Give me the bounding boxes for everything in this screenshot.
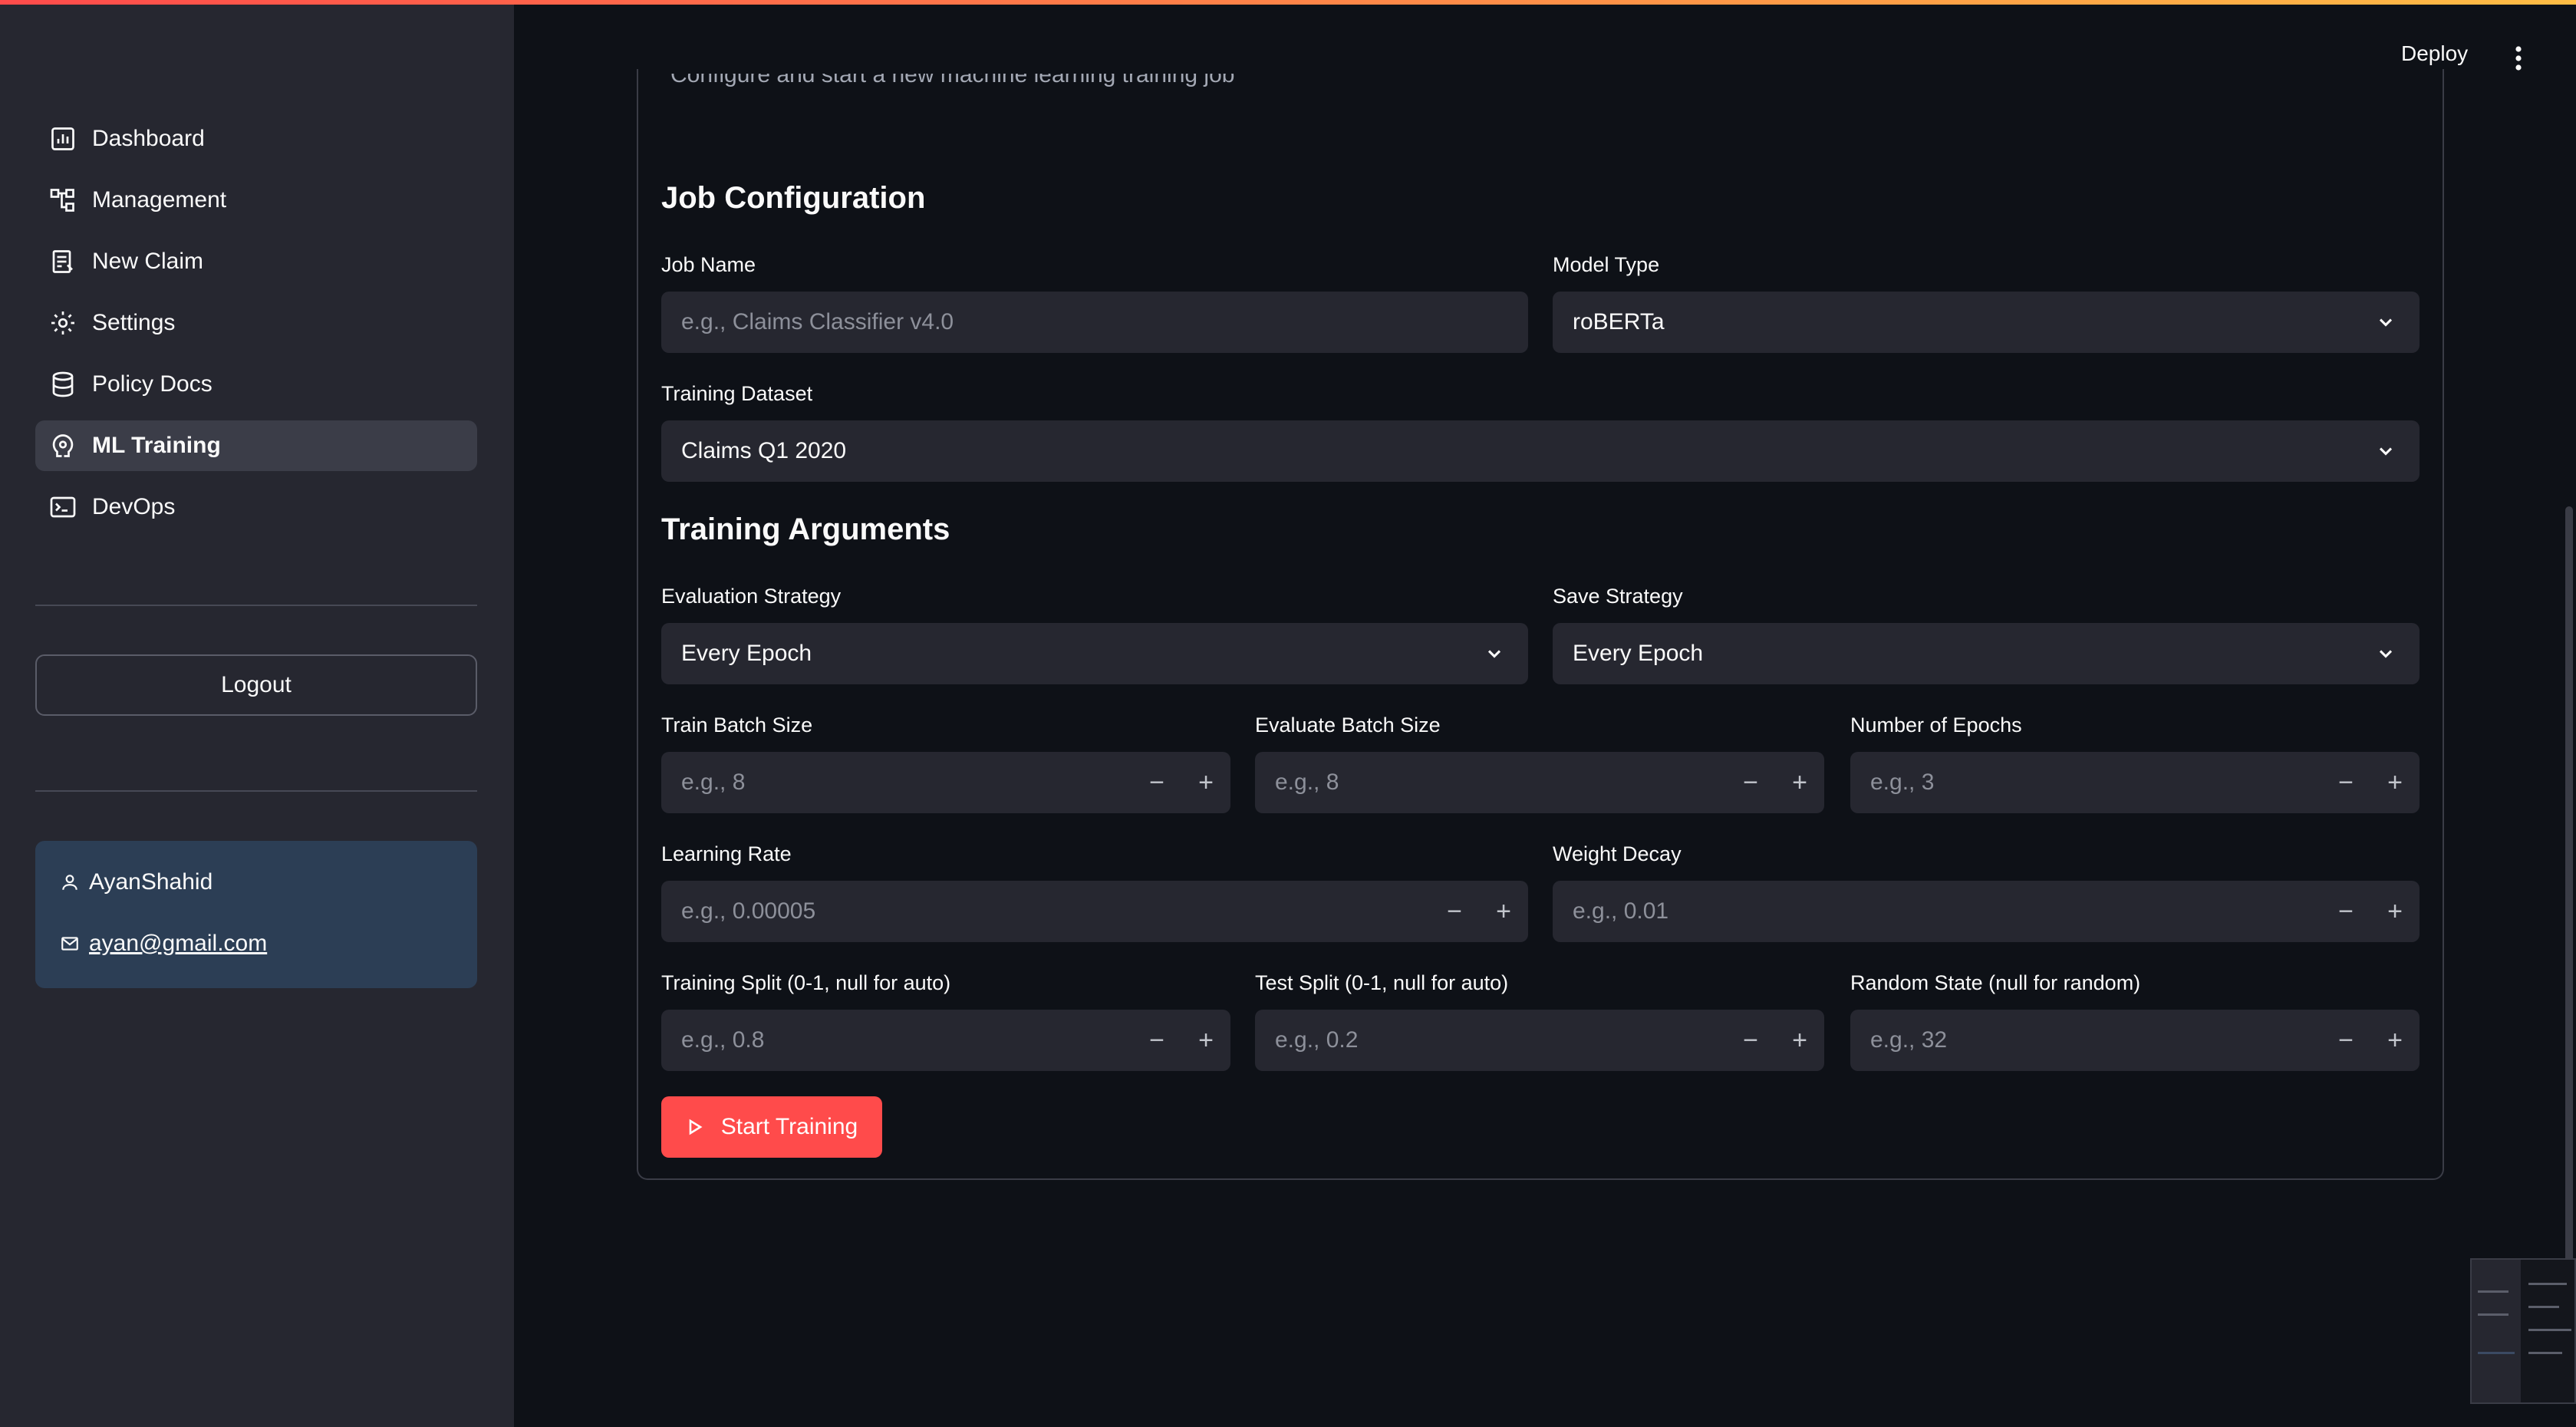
number-stepper: − + bbox=[2321, 881, 2420, 942]
training-dataset-select[interactable]: Claims Q1 2020 bbox=[661, 420, 2420, 482]
sidebar-item-label: ML Training bbox=[92, 433, 221, 458]
save-strategy-select[interactable]: Every Epoch bbox=[1553, 623, 2420, 684]
chevron-down-icon bbox=[2379, 447, 2393, 456]
number-stepper: − + bbox=[1726, 1010, 1824, 1071]
page-subtitle: Configure and start a new machine learni… bbox=[670, 74, 1235, 87]
weight-decay-label: Weight Decay bbox=[1553, 842, 1682, 865]
increment-button[interactable]: + bbox=[1181, 1010, 1230, 1071]
sidebar-item-label: New Claim bbox=[92, 249, 204, 274]
start-training-button[interactable]: Start Training bbox=[661, 1096, 882, 1158]
sidebar-item-settings[interactable]: Settings bbox=[35, 298, 477, 348]
number-stepper: − + bbox=[2321, 1010, 2420, 1071]
chevron-down-icon bbox=[2379, 318, 2393, 327]
increment-button[interactable]: + bbox=[2370, 881, 2420, 942]
decrement-button[interactable]: − bbox=[1726, 752, 1775, 813]
decrement-button[interactable]: − bbox=[2321, 752, 2370, 813]
user-email-row: ayan@gmail.com bbox=[60, 928, 477, 959]
hierarchy-icon bbox=[49, 186, 77, 214]
database-icon bbox=[49, 371, 77, 398]
decrement-button[interactable]: − bbox=[1132, 752, 1181, 813]
sidebar-item-label: DevOps bbox=[92, 494, 176, 519]
decrement-button[interactable]: − bbox=[1132, 1010, 1181, 1071]
sidebar-item-policy-docs[interactable]: Policy Docs bbox=[35, 359, 477, 410]
sidebar-item-devops[interactable]: DevOps bbox=[35, 482, 477, 532]
increment-button[interactable]: + bbox=[1479, 881, 1528, 942]
scrollbar[interactable] bbox=[2565, 506, 2573, 1366]
deploy-button[interactable]: Deploy bbox=[2401, 41, 2468, 66]
random-state-input[interactable]: e.g., 32 − + bbox=[1850, 1010, 2420, 1071]
evaluation-strategy-select[interactable]: Every Epoch bbox=[661, 623, 1528, 684]
chevron-down-icon bbox=[2379, 650, 2393, 658]
play-icon bbox=[689, 1119, 703, 1135]
train-batch-size-label: Train Batch Size bbox=[661, 714, 813, 737]
number-stepper: − + bbox=[1132, 1010, 1230, 1071]
job-configuration-heading: Job Configuration bbox=[661, 181, 926, 215]
sidebar-item-label: Management bbox=[92, 187, 227, 213]
chevron-down-icon bbox=[1487, 650, 1501, 658]
mail-icon bbox=[61, 937, 78, 951]
test-split-input[interactable]: e.g., 0.2 − + bbox=[1255, 1010, 1824, 1071]
num-epochs-input[interactable]: e.g., 3 − + bbox=[1850, 752, 2420, 813]
increment-button[interactable]: + bbox=[1181, 752, 1230, 813]
training-dataset-label: Training Dataset bbox=[661, 382, 813, 405]
learning-rate-label: Learning Rate bbox=[661, 842, 792, 865]
model-training-icon bbox=[49, 432, 77, 460]
save-strategy-label: Save Strategy bbox=[1553, 585, 1683, 608]
job-name-label: Job Name bbox=[661, 253, 756, 276]
gear-icon bbox=[49, 309, 77, 337]
number-stepper: − + bbox=[2321, 752, 2420, 813]
decrement-button[interactable]: − bbox=[1430, 881, 1479, 942]
evaluation-strategy-label: Evaluation Strategy bbox=[661, 585, 842, 608]
training-split-label: Training Split (0-1, null for auto) bbox=[661, 971, 951, 994]
sidebar-nav: Dashboard Management New Claim Settings … bbox=[35, 114, 477, 543]
increment-button[interactable]: + bbox=[1775, 752, 1824, 813]
decrement-button[interactable]: − bbox=[2321, 881, 2370, 942]
decrement-button[interactable]: − bbox=[1726, 1010, 1775, 1071]
sidebar-item-new-claim[interactable]: New Claim bbox=[35, 236, 477, 287]
model-type-label: Model Type bbox=[1553, 253, 1660, 276]
terminal-icon bbox=[49, 493, 77, 521]
person-icon bbox=[62, 875, 77, 890]
sidebar-item-dashboard[interactable]: Dashboard bbox=[35, 114, 477, 164]
user-name-row: AyanShahid bbox=[60, 867, 477, 898]
sidebar-divider bbox=[35, 605, 477, 606]
training-split-input[interactable]: e.g., 0.8 − + bbox=[661, 1010, 1230, 1071]
training-arguments-heading: Training Arguments bbox=[661, 512, 950, 546]
user-info-card: AyanShahid ayan@gmail.com bbox=[35, 841, 477, 988]
test-split-label: Test Split (0-1, null for auto) bbox=[1255, 971, 1509, 994]
start-training-label: Start Training bbox=[720, 1114, 858, 1139]
sidebar-item-ml-training[interactable]: ML Training bbox=[35, 420, 477, 471]
user-email-link[interactable]: ayan@gmail.com bbox=[89, 931, 267, 957]
sidebar-divider bbox=[35, 790, 477, 792]
learning-rate-input[interactable]: e.g., 0.00005 − + bbox=[661, 881, 1528, 942]
screen-preview-thumbnail bbox=[2470, 1258, 2576, 1404]
increment-button[interactable]: + bbox=[1775, 1010, 1824, 1071]
sidebar-item-label: Policy Docs bbox=[92, 371, 212, 397]
dashboard-icon bbox=[49, 125, 77, 153]
eval-batch-size-input[interactable]: e.g., 8 − + bbox=[1255, 752, 1824, 813]
increment-button[interactable]: + bbox=[2370, 1010, 2420, 1071]
decrement-button[interactable]: − bbox=[2321, 1010, 2370, 1071]
number-stepper: − + bbox=[1726, 752, 1824, 813]
sidebar-item-label: Dashboard bbox=[92, 126, 205, 151]
model-type-select[interactable]: roBERTa bbox=[1553, 292, 2420, 353]
sidebar-item-label: Settings bbox=[92, 310, 176, 335]
weight-decay-input[interactable]: e.g., 0.01 − + bbox=[1553, 881, 2420, 942]
claim-form-icon bbox=[49, 248, 77, 275]
sidebar: Dashboard Management New Claim Settings … bbox=[0, 0, 514, 1427]
train-batch-size-input[interactable]: e.g., 8 − + bbox=[661, 752, 1230, 813]
num-epochs-label: Number of Epochs bbox=[1850, 714, 2022, 737]
eval-batch-size-label: Evaluate Batch Size bbox=[1255, 714, 1441, 737]
job-name-input[interactable]: e.g., Claims Classifier v4.0 bbox=[661, 292, 1528, 353]
main-menu-icon[interactable] bbox=[2507, 43, 2530, 74]
number-stepper: − + bbox=[1430, 881, 1528, 942]
logout-button[interactable]: Logout bbox=[35, 654, 477, 716]
user-name: AyanShahid bbox=[89, 869, 213, 895]
top-accent-bar bbox=[0, 0, 2576, 5]
random-state-label: Random State (null for random) bbox=[1850, 971, 2141, 994]
increment-button[interactable]: + bbox=[2370, 752, 2420, 813]
number-stepper: − + bbox=[1132, 752, 1230, 813]
sidebar-item-management[interactable]: Management bbox=[35, 175, 477, 226]
